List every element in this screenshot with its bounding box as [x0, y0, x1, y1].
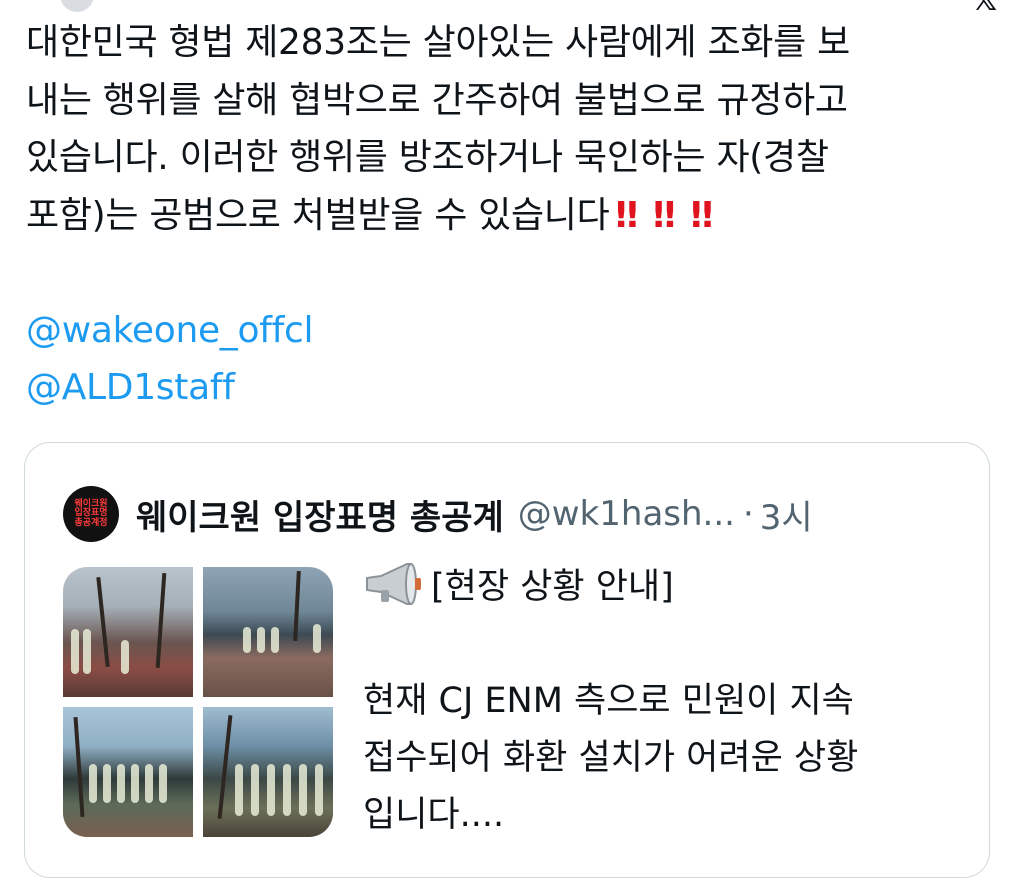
megaphone-icon [363, 562, 423, 606]
media-thumbnail[interactable] [63, 567, 193, 697]
author-avatar[interactable] [60, 0, 94, 12]
double-exclamation-icon: ‼ [653, 194, 676, 236]
quote-text-line: [현장 상황 안내] [363, 559, 963, 616]
quote-timestamp[interactable]: 3시 [760, 490, 813, 539]
quote-text-line: 현재 CJ ENM 측으로 민원이 지속 [363, 681, 854, 721]
tweet-line: 내는 행위를 살해 협박으로 간주하여 불법으로 규정하고 [26, 79, 848, 121]
quote-tweet-card[interactable]: 웨이크원 입장표명 총공계정 웨이크원 입장표명 총공계 @wk1hash...… [24, 442, 990, 878]
quote-tweet-header: 웨이크원 입장표명 총공계정 웨이크원 입장표명 총공계 @wk1hash...… [63, 485, 813, 543]
quote-author-handle[interactable]: @wk1hash... [518, 494, 735, 534]
media-thumbnail[interactable] [63, 707, 193, 837]
quote-text-line: 입니다.... [363, 795, 505, 835]
mention-link-ald1staff[interactable]: @ALD1staff [26, 359, 986, 417]
quote-author-name[interactable]: 웨이크원 입장표명 총공계 [136, 490, 504, 539]
quote-text-line: 접수되어 화환 설치가 어려운 상황 [363, 738, 859, 778]
tweet-line: 있습니다. 이러한 행위를 방조하거나 묵인하는 자(경찰 [26, 137, 829, 178]
double-exclamation-icon: ‼ [690, 194, 714, 236]
quote-author-avatar[interactable]: 웨이크원 입장표명 총공계정 [63, 486, 119, 542]
tweet-line: 대한민국 형법 제283조는 살아있는 사람에게 조화를 보 [26, 22, 850, 63]
quote-media-grid[interactable] [63, 567, 333, 837]
tweet-line-text: 포함)는 공범으로 처벌받을 수 있습니다 [26, 194, 610, 236]
media-thumbnail[interactable] [203, 567, 333, 697]
double-exclamation-group: ‼ ‼ ‼ [615, 195, 728, 236]
quote-tweet-text: [현장 상황 안내] 현재 CJ ENM 측으로 민원이 지속 접수되어 화환 … [363, 559, 963, 844]
double-exclamation-icon: ‼ [615, 194, 638, 236]
quote-text-heading: [현장 상황 안내] [431, 567, 674, 607]
mention-link-wakeone[interactable]: @wakeone_offcl [26, 302, 986, 360]
tweet-line-last: 포함)는 공범으로 처벌받을 수 있습니다 ‼ ‼ ‼ [26, 187, 986, 245]
header-separator: · [742, 494, 754, 534]
media-thumbnail[interactable] [203, 707, 333, 837]
tweet-body: 대한민국 형법 제283조는 살아있는 사람에게 조화를 보 내는 행위를 살해… [26, 14, 986, 417]
avatar-text-line: 총공계정 [74, 517, 108, 528]
